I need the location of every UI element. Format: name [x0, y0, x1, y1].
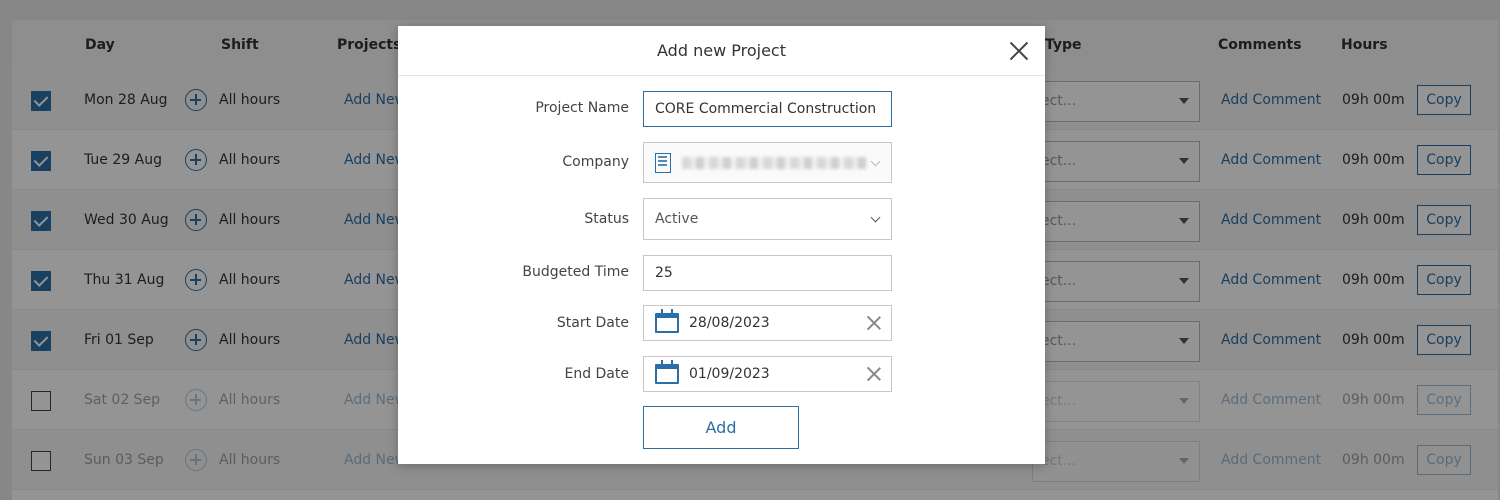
project-name-label: Project Name [535, 100, 629, 116]
project-name-input[interactable] [644, 92, 891, 126]
project-name-field[interactable] [643, 91, 892, 127]
dialog-title: Add new Project [657, 41, 786, 60]
dialog-header: Add new Project [398, 26, 1045, 76]
clear-icon[interactable] [867, 367, 881, 381]
end-date-picker[interactable]: 01/09/2023 [643, 356, 892, 392]
status-value: Active [655, 211, 699, 227]
close-icon[interactable] [1009, 41, 1029, 61]
building-icon [655, 153, 671, 173]
budgeted-time-input[interactable] [644, 256, 891, 290]
budgeted-time-label: Budgeted Time [522, 264, 629, 280]
status-select[interactable]: Active [643, 198, 892, 240]
calendar-icon[interactable] [655, 360, 679, 384]
start-date-value: 28/08/2023 [689, 315, 770, 331]
start-date-picker[interactable]: 28/08/2023 [643, 305, 892, 341]
company-label: Company [562, 154, 629, 170]
end-date-value: 01/09/2023 [689, 366, 770, 382]
budgeted-time-field[interactable] [643, 255, 892, 291]
clear-icon[interactable] [867, 316, 881, 330]
start-date-label: Start Date [556, 315, 629, 331]
status-label: Status [584, 211, 629, 227]
end-date-label: End Date [564, 366, 629, 382]
calendar-icon[interactable] [655, 309, 679, 333]
chevron-down-icon [870, 156, 881, 167]
company-select[interactable] [643, 142, 892, 183]
company-value-redacted [682, 157, 867, 169]
chevron-down-icon [870, 212, 881, 223]
add-button[interactable]: Add [643, 406, 799, 449]
add-project-dialog: Add new Project Project Name Company Sta… [398, 26, 1045, 464]
